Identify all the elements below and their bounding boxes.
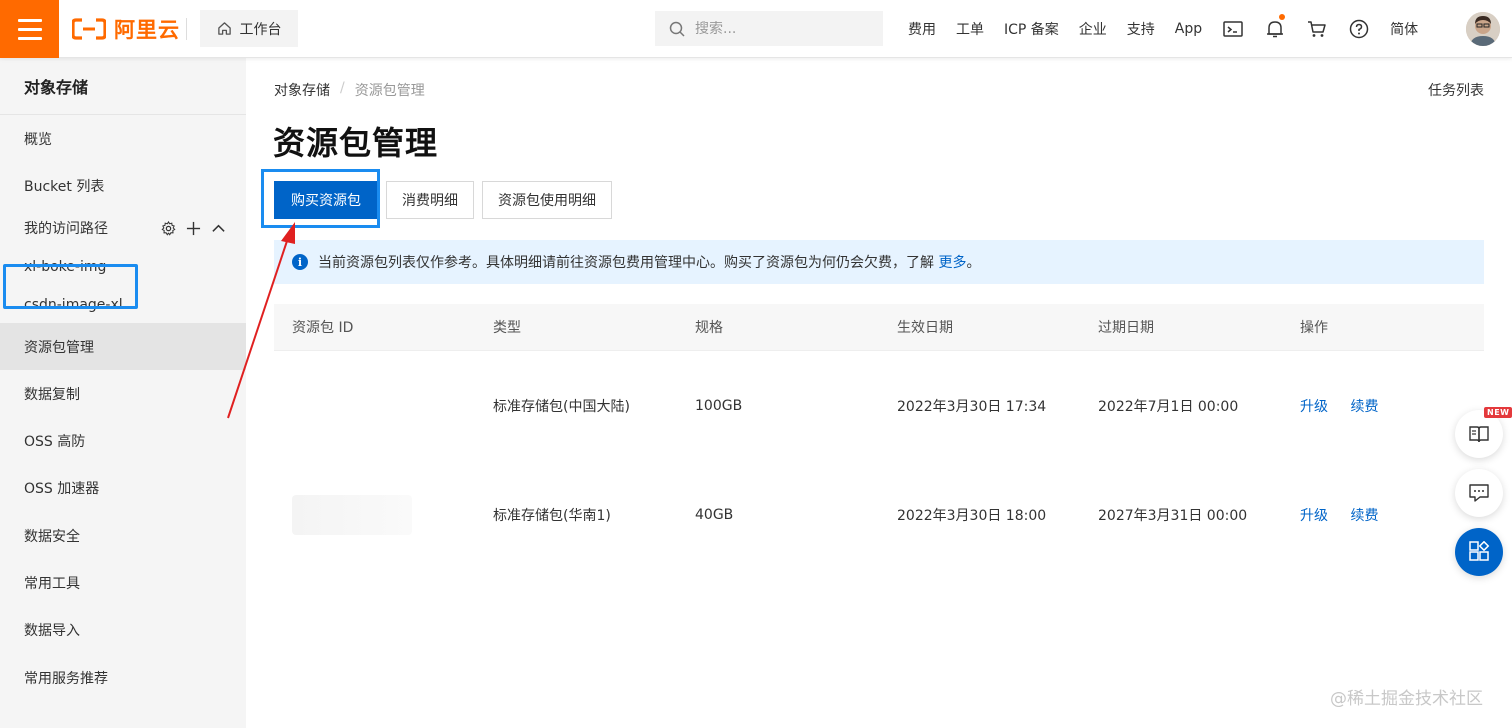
access-paths-label: 我的访问路径 (24, 221, 108, 237)
bell-icon[interactable] (1254, 0, 1296, 58)
cell-spec: 100GB (695, 397, 743, 414)
book-icon (1469, 426, 1489, 443)
cell-spec: 40GB (695, 506, 734, 523)
watermark: @稀土掘金技术社区 (1330, 689, 1483, 709)
header-end-date: 过期日期 (1098, 320, 1154, 336)
settings-gear-icon[interactable] (161, 220, 176, 236)
info-icon: i (292, 254, 308, 270)
action-buttons: 购买资源包 消费明细 资源包使用明细 (274, 181, 612, 219)
header-spec: 规格 (695, 320, 723, 336)
notice-body: 当前资源包列表仅作参考。具体明细请前往资源包费用管理中心。购买了资源包为何仍会欠… (318, 252, 980, 272)
renew-link[interactable]: 续费 (1350, 508, 1378, 524)
notification-dot (1279, 14, 1286, 20)
home-icon (217, 22, 231, 35)
sidebar: 对象存储 概览 Bucket 列表 我的访问路径 xl-boke-img csd… (0, 58, 246, 728)
package-table: 资源包 ID 类型 规格 生效日期 过期日期 操作 标准存储包(中国大陆) 10… (274, 304, 1484, 569)
info-notice: i 当前资源包列表仅作参考。具体明细请前往资源包费用管理中心。购买了资源包为何仍… (274, 240, 1484, 284)
cell-actions: 升级 续费 (1282, 505, 1484, 525)
buy-package-button[interactable]: 购买资源包 (274, 181, 378, 219)
table-row: 标准存储包(中国大陆) 100GB 2022年3月30日 17:34 2022年… (274, 351, 1484, 460)
aliyun-logo-icon (72, 18, 106, 40)
add-icon[interactable] (186, 221, 201, 236)
breadcrumb-current: 资源包管理 (354, 83, 425, 99)
cell-start-date: 2022年3月30日 18:00 (897, 507, 1047, 524)
cell-package-id (274, 494, 475, 535)
new-badge: NEW (1484, 407, 1512, 418)
upgrade-link[interactable]: 升级 (1300, 508, 1328, 524)
sidebar-item-path-csdn-image-xl[interactable]: csdn-image-xl (0, 286, 246, 324)
nav-app[interactable]: App (1165, 21, 1212, 37)
user-avatar[interactable] (1466, 12, 1500, 46)
sidebar-item-path-xl-boke-img[interactable]: xl-boke-img (0, 248, 246, 286)
breadcrumb-separator: / (340, 80, 345, 96)
workbench-button[interactable]: 工作台 (200, 10, 298, 47)
main-content: 对象存储 / 资源包管理 任务列表 资源包管理 购买资源包 消费明细 资源包使用… (246, 58, 1512, 728)
chevron-up-icon[interactable] (211, 221, 226, 236)
notice-text: 当前资源包列表仅作参考。具体明细请前往资源包费用管理中心。购买了资源包为何仍会欠… (318, 255, 934, 271)
header-actions: 操作 (1300, 320, 1328, 336)
sidebar-item-package-management[interactable]: 资源包管理 (0, 323, 246, 370)
search-input[interactable] (695, 20, 865, 37)
nav-tickets[interactable]: 工单 (946, 19, 994, 39)
terminal-icon[interactable] (1212, 0, 1254, 58)
cell-start-date: 2022年3月30日 17:34 (897, 398, 1047, 415)
access-path-actions (161, 220, 226, 236)
header-package-id: 资源包 ID (292, 320, 354, 336)
cart-icon[interactable] (1296, 0, 1338, 58)
search-icon (669, 21, 685, 37)
cell-end-date: 2022年7月1日 00:00 (1098, 398, 1239, 415)
cell-type: 标准存储包(华南1) (493, 507, 611, 524)
nav-billing[interactable]: 费用 (898, 19, 946, 39)
cell-end-date: 2027年3月31日 00:00 (1098, 507, 1248, 524)
consumption-details-button[interactable]: 消费明细 (386, 181, 474, 219)
apps-grid-icon (1469, 541, 1490, 561)
help-icon[interactable] (1338, 0, 1380, 58)
sidebar-item-oss-protection[interactable]: OSS 高防 (0, 417, 246, 464)
cell-type: 标准存储包(中国大陆) (493, 398, 630, 415)
nav-enterprise[interactable]: 企业 (1069, 19, 1117, 39)
brand-name: 阿里云 (114, 18, 180, 42)
workbench-label: 工作台 (239, 21, 282, 38)
brand-logo[interactable]: 阿里云 (72, 15, 180, 43)
language-switch[interactable]: 简体 (1380, 19, 1428, 39)
header-divider (186, 18, 187, 40)
header-start-date: 生效日期 (897, 320, 953, 336)
sidebar-title: 对象存储 (0, 58, 246, 115)
page-title: 资源包管理 (273, 124, 439, 162)
breadcrumb: 对象存储 / 资源包管理 (274, 80, 425, 100)
chat-icon (1469, 484, 1489, 502)
upgrade-link[interactable]: 升级 (1300, 399, 1328, 415)
nav-support[interactable]: 支持 (1117, 19, 1165, 39)
sidebar-item-data-replication[interactable]: 数据复制 (0, 370, 246, 417)
notice-end: 。 (966, 255, 981, 271)
renew-link[interactable]: 续费 (1350, 399, 1378, 415)
sidebar-item-overview[interactable]: 概览 (0, 116, 246, 162)
sidebar-item-tools[interactable]: 常用工具 (0, 559, 246, 606)
cell-actions: 升级 续费 (1282, 396, 1484, 416)
task-list-link[interactable]: 任务列表 (1428, 80, 1484, 100)
global-search[interactable] (655, 11, 883, 46)
table-row: 标准存储包(华南1) 40GB 2022年3月30日 18:00 2027年3月… (274, 460, 1484, 569)
sidebar-group-access-paths[interactable]: 我的访问路径 (0, 210, 246, 246)
notice-more-link[interactable]: 更多 (938, 255, 966, 271)
nav-icp[interactable]: ICP 备案 (994, 19, 1069, 39)
header-type: 类型 (493, 320, 521, 336)
header-nav: 费用 工单 ICP 备案 企业 支持 App 简体 (898, 0, 1428, 58)
apps-float-button[interactable] (1455, 528, 1503, 576)
blurred-id (292, 494, 412, 535)
breadcrumb-root[interactable]: 对象存储 (274, 80, 330, 100)
sidebar-item-data-import[interactable]: 数据导入 (0, 606, 246, 654)
sidebar-item-bucket-list[interactable]: Bucket 列表 (0, 163, 246, 209)
table-header: 资源包 ID 类型 规格 生效日期 过期日期 操作 (274, 304, 1484, 351)
sidebar-item-oss-accelerator[interactable]: OSS 加速器 (0, 464, 246, 512)
hamburger-menu-icon[interactable] (0, 0, 59, 58)
feedback-float-button[interactable] (1455, 469, 1503, 517)
top-bar: 阿里云 工作台 费用 工单 ICP 备案 企业 支持 App (0, 0, 1512, 58)
usage-details-button[interactable]: 资源包使用明细 (482, 181, 612, 219)
sidebar-item-data-security[interactable]: 数据安全 (0, 512, 246, 559)
sidebar-item-recommended-services[interactable]: 常用服务推荐 (0, 654, 246, 701)
